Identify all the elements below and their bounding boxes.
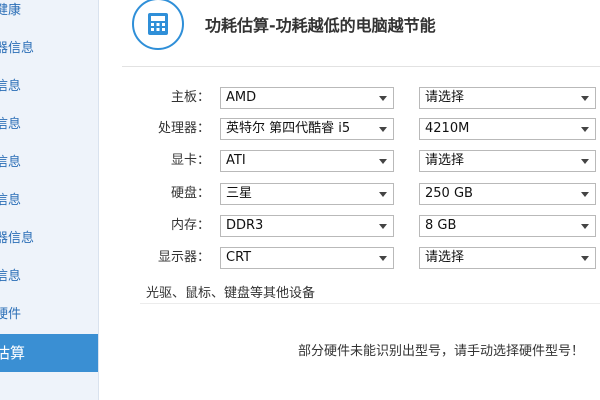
sidebar-item-label: 器信息 — [0, 41, 35, 56]
sidebar-item-label: 信息 — [0, 269, 22, 284]
motherboard-model-select[interactable]: 请选择 — [419, 87, 596, 109]
row-label-monitor: 显示器： — [157, 250, 210, 265]
row-label-disk: 硬盘： — [170, 186, 210, 201]
sidebar-item-label: 信息 — [0, 155, 22, 170]
gpu-model-select[interactable]: 请选择 — [419, 150, 596, 172]
sidebar-item-label: 估算 — [0, 344, 26, 362]
memory-type-select[interactable]: DDR3 — [220, 215, 394, 237]
gpu-brand-select[interactable]: ATI — [220, 150, 394, 172]
sidebar-item-device-info-2[interactable]: 器信息 — [0, 220, 98, 258]
chevron-down-icon — [581, 224, 589, 229]
chevron-down-icon — [581, 127, 589, 132]
monitor-model-select[interactable]: 请选择 — [419, 247, 596, 269]
sidebar-item-info-5[interactable]: 信息 — [0, 258, 98, 296]
select-value: 250 GB — [425, 186, 473, 201]
chevron-down-icon — [379, 224, 387, 229]
extra-devices-label: 光驱、鼠标、键盘等其他设备 — [146, 286, 316, 301]
chevron-down-icon — [581, 256, 589, 261]
chevron-down-icon — [379, 192, 387, 197]
sidebar: 健康 器信息 信息 信息 信息 信息 器信息 信息 硬件 估算 — [0, 0, 99, 400]
sidebar-item-info-2[interactable]: 信息 — [0, 106, 98, 144]
chevron-down-icon — [379, 159, 387, 164]
chevron-down-icon — [581, 159, 589, 164]
select-value: ATI — [226, 153, 246, 168]
sidebar-item-label: 硬件 — [0, 307, 22, 322]
select-value: 三星 — [226, 186, 253, 201]
chevron-down-icon — [581, 96, 589, 101]
select-value: 请选择 — [425, 90, 465, 105]
memory-size-select[interactable]: 8 GB — [419, 215, 596, 237]
sidebar-item-label: 信息 — [0, 79, 22, 94]
sidebar-item-info-3[interactable]: 信息 — [0, 144, 98, 182]
select-value: DDR3 — [226, 218, 264, 233]
sidebar-item-info-1[interactable]: 信息 — [0, 68, 98, 106]
select-value: 请选择 — [425, 153, 465, 168]
select-value: 请选择 — [425, 250, 465, 265]
page-title: 功耗估算-功耗越低的电脑越节能 — [205, 16, 436, 35]
chevron-down-icon — [581, 192, 589, 197]
select-value: AMD — [226, 90, 257, 105]
row-label-motherboard: 主板： — [170, 90, 210, 105]
sidebar-item-hardware[interactable]: 硬件 — [0, 296, 98, 334]
sidebar-item-power-estimate[interactable]: 估算 — [0, 334, 98, 372]
calculator-icon — [132, 0, 184, 50]
sidebar-item-label: 器信息 — [0, 231, 35, 246]
disk-brand-select[interactable]: 三星 — [220, 183, 394, 205]
row-label-memory: 内存： — [170, 218, 210, 233]
notice-text: 部分硬件未能识别出型号，请手动选择硬件型号！ — [298, 344, 585, 359]
row-label-gpu: 显卡： — [170, 153, 210, 168]
cpu-brand-select[interactable]: 英特尔 第四代酷睿 i5 — [220, 118, 394, 140]
sidebar-item-label: 信息 — [0, 117, 22, 132]
chevron-down-icon — [379, 96, 387, 101]
form-divider — [140, 303, 600, 304]
row-label-cpu: 处理器： — [157, 121, 210, 136]
select-value: CRT — [226, 250, 252, 265]
sidebar-item-health[interactable]: 健康 — [0, 0, 98, 30]
monitor-type-select[interactable]: CRT — [220, 247, 394, 269]
sidebar-item-info-4[interactable]: 信息 — [0, 182, 98, 220]
chevron-down-icon — [379, 256, 387, 261]
sidebar-item-label: 信息 — [0, 193, 22, 208]
sidebar-item-device-info[interactable]: 器信息 — [0, 30, 98, 68]
select-value: 英特尔 第四代酷睿 i5 — [226, 121, 351, 136]
sidebar-item-label: 健康 — [0, 3, 22, 18]
chevron-down-icon — [379, 127, 387, 132]
motherboard-brand-select[interactable]: AMD — [220, 87, 394, 109]
disk-model-select[interactable]: 250 GB — [419, 183, 596, 205]
cpu-model-select[interactable]: 4210M — [419, 118, 596, 140]
header-divider — [122, 66, 600, 67]
select-value: 8 GB — [425, 218, 457, 233]
select-value: 4210M — [425, 121, 470, 136]
